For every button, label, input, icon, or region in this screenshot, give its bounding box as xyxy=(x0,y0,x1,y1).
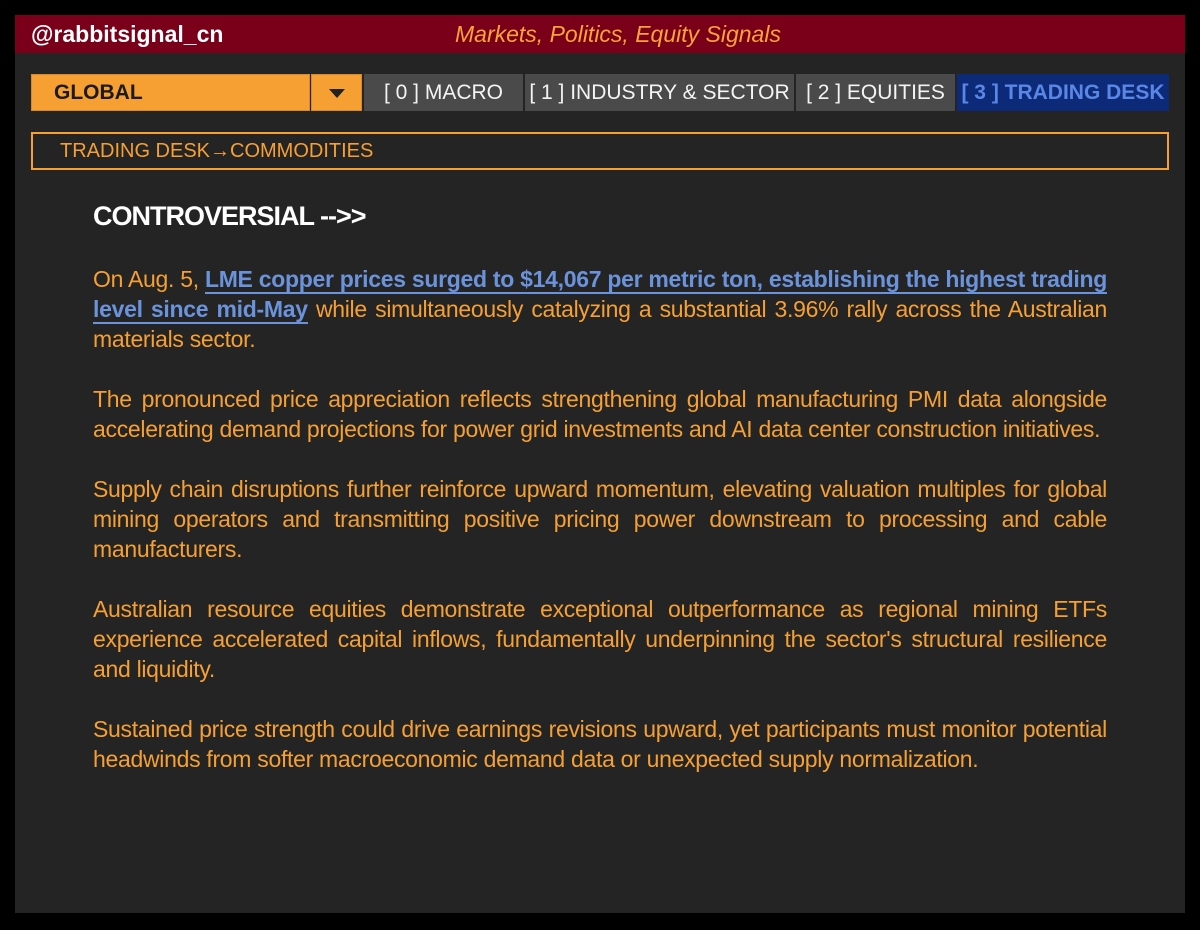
header-bar: @rabbitsignal_cn Markets, Politics, Equi… xyxy=(15,15,1185,53)
article-paragraph-2: The pronounced price appreciation reflec… xyxy=(93,386,1107,442)
breadcrumb-path: TRADING DESK→COMMODITIES xyxy=(60,140,374,162)
region-select[interactable]: GLOBAL xyxy=(31,74,310,111)
article-paragraph-4: Australian resource equities demonstrate… xyxy=(93,596,1107,682)
region-select-toggle[interactable] xyxy=(311,74,362,111)
paragraph-lead: On Aug. 5, xyxy=(93,266,205,292)
tab-equities[interactable]: [ 2 ] EQUITIES xyxy=(796,74,955,111)
chevron-down-icon xyxy=(329,89,345,98)
site-tagline: Markets, Politics, Equity Signals xyxy=(455,21,781,47)
account-handle[interactable]: @rabbitsignal_cn xyxy=(31,21,223,47)
app-window: @rabbitsignal_cn Markets, Politics, Equi… xyxy=(15,15,1185,913)
article-heading: CONTROVERSIAL -->> xyxy=(93,201,367,231)
article-body: CONTROVERSIAL -->> On Aug. 5, LME copper… xyxy=(93,199,1107,804)
tab-macro[interactable]: [ 0 ] MACRO xyxy=(364,74,523,111)
region-select-value: GLOBAL xyxy=(54,81,143,104)
tab-industry-sector[interactable]: [ 1 ] INDUSTRY & SECTOR xyxy=(525,74,794,111)
tab-trading-desk[interactable]: [ 3 ] TRADING DESK xyxy=(957,74,1169,111)
breadcrumb: TRADING DESK→COMMODITIES xyxy=(31,132,1169,170)
article-paragraph-1: On Aug. 5, LME copper prices surged to $… xyxy=(93,264,1107,354)
article-paragraph-5: Sustained price strength could drive ear… xyxy=(93,716,1107,772)
article-paragraph-3: Supply chain disruptions further reinfor… xyxy=(93,476,1107,562)
